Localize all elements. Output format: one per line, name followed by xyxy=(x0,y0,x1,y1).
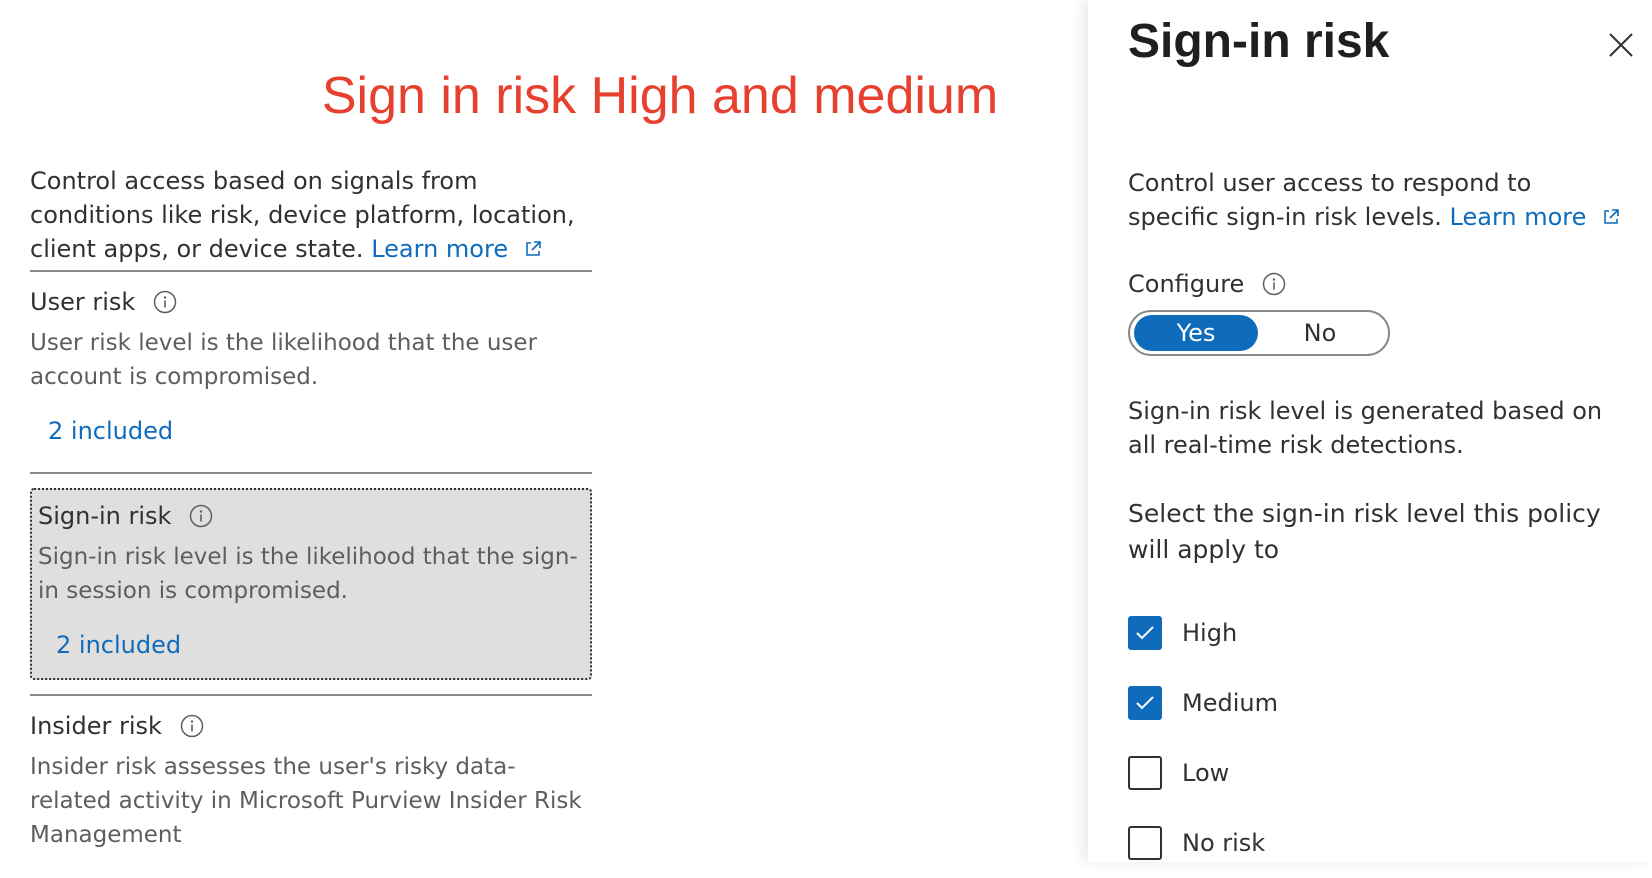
toggle-no-option[interactable]: No xyxy=(1258,315,1382,351)
learn-more-link[interactable]: Learn more xyxy=(371,235,508,263)
sign-in-risk-description: Sign-in risk level is the likelihood tha… xyxy=(38,544,578,604)
configure-label: Configure xyxy=(1128,270,1286,298)
insider-risk-description: Insider risk assesses the user's risky d… xyxy=(30,754,582,848)
close-icon[interactable] xyxy=(1606,30,1636,60)
annotation-text: Sign in risk High and medium xyxy=(321,67,999,125)
panel-title: Sign-in risk xyxy=(1128,15,1390,68)
risk-level-low[interactable]: Low xyxy=(1128,738,1278,808)
risk-level-checkboxes: High Medium Low No risk xyxy=(1128,598,1278,878)
info-icon[interactable] xyxy=(189,504,213,528)
user-risk-section[interactable]: User risk User risk level is the likelih… xyxy=(30,272,592,448)
sign-in-risk-included-link[interactable]: 2 included xyxy=(56,628,590,662)
no-risk-label: No risk xyxy=(1182,829,1266,857)
checkmark-icon xyxy=(1136,696,1154,710)
user-risk-description: User risk level is the likelihood that t… xyxy=(30,330,538,390)
select-level-label: Select the sign-in risk level this polic… xyxy=(1128,499,1601,564)
external-link-icon xyxy=(525,241,541,256)
risk-level-no-risk[interactable]: No risk xyxy=(1128,808,1278,878)
medium-checkbox[interactable] xyxy=(1128,686,1162,720)
external-link-icon xyxy=(1604,209,1619,224)
checkmark-icon xyxy=(1136,626,1154,640)
high-label: High xyxy=(1182,619,1238,647)
medium-label: Medium xyxy=(1182,689,1278,717)
divider xyxy=(30,472,592,474)
low-checkbox[interactable] xyxy=(1128,756,1162,790)
info-icon[interactable] xyxy=(180,714,204,738)
user-risk-title: User risk xyxy=(30,288,136,316)
configure-text: Configure xyxy=(1128,270,1245,298)
user-risk-included-link[interactable]: 2 included xyxy=(48,414,592,448)
risk-level-medium[interactable]: Medium xyxy=(1128,668,1278,738)
sign-in-risk-section[interactable]: Sign-in risk Sign-in risk level is the l… xyxy=(30,488,592,680)
toggle-yes-option[interactable]: Yes xyxy=(1134,315,1258,351)
panel-learn-more-link[interactable]: Learn more xyxy=(1450,203,1587,231)
info-icon[interactable] xyxy=(1262,272,1286,296)
configure-toggle[interactable]: Yes No xyxy=(1128,310,1390,356)
sign-in-risk-panel: Sign-in risk Control user access to resp… xyxy=(1088,0,1652,862)
insider-risk-title: Insider risk xyxy=(30,712,162,740)
high-checkbox[interactable] xyxy=(1128,616,1162,650)
risk-level-high[interactable]: High xyxy=(1128,598,1278,668)
no-risk-checkbox[interactable] xyxy=(1128,826,1162,860)
conditions-intro: Control access based on signals from con… xyxy=(30,160,592,270)
info-icon[interactable] xyxy=(153,290,177,314)
panel-description: Sign-in risk level is generated based on… xyxy=(1128,397,1603,459)
sign-in-risk-title: Sign-in risk xyxy=(38,502,172,530)
panel-intro: Control user access to respond to specif… xyxy=(1128,166,1628,234)
insider-risk-section[interactable]: Insider risk Insider risk assesses the u… xyxy=(30,696,592,852)
low-label: Low xyxy=(1182,759,1230,787)
conditions-list: Control access based on signals from con… xyxy=(30,160,592,852)
